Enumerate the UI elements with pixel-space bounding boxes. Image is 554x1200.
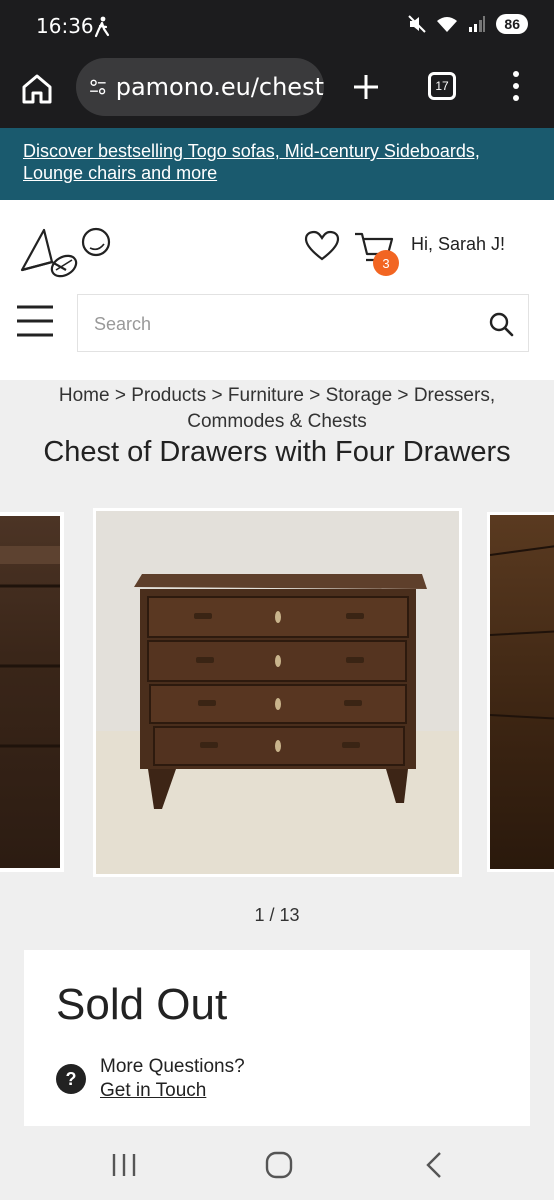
- site-settings-icon[interactable]: [88, 73, 108, 101]
- breadcrumb-separator: >: [397, 385, 409, 406]
- mute-icon: [408, 15, 427, 33]
- chest-image-prev: [0, 546, 60, 748]
- recent-apps-icon[interactable]: [108, 1152, 140, 1178]
- breadcrumb-separator: >: [211, 385, 223, 406]
- url-text: pamono.eu/chest: [115, 73, 324, 101]
- sold-out-label: Sold Out: [56, 980, 228, 1029]
- breadcrumb: Home > Products > Furniture > Storage > …: [20, 383, 534, 435]
- chest-image-next: [489, 545, 554, 720]
- breadcrumb-item[interactable]: Products: [131, 385, 206, 406]
- image-counter: 1 / 13: [254, 905, 300, 925]
- product-title: Chest of Drawers with Four Drawers: [43, 436, 511, 468]
- breadcrumb-item[interactable]: Home: [59, 385, 110, 406]
- carousel-prev-image[interactable]: [0, 512, 64, 872]
- carousel-next-image[interactable]: [487, 512, 554, 872]
- question-icon: ?: [56, 1064, 86, 1094]
- tab-switcher-button[interactable]: 17: [428, 72, 456, 100]
- browser-toolbar: pamono.eu/chest 17: [0, 52, 554, 128]
- promo-banner: Discover bestselling Togo sofas, Mid-cen…: [0, 128, 554, 200]
- site-header: [0, 200, 554, 380]
- cart-count-badge: 3: [373, 250, 399, 276]
- more-menu-icon[interactable]: [506, 68, 526, 104]
- chest-of-drawers-image: [96, 511, 459, 874]
- breadcrumb-item[interactable]: Furniture: [228, 385, 304, 406]
- carousel-main-image[interactable]: [93, 508, 462, 877]
- new-tab-icon[interactable]: [349, 70, 383, 104]
- get-in-touch-link[interactable]: Get in Touch: [100, 1080, 206, 1102]
- breadcrumb-item[interactable]: Storage: [326, 385, 393, 406]
- search-icon[interactable]: [488, 311, 514, 337]
- wishlist-heart-icon[interactable]: [304, 230, 340, 262]
- system-home-icon[interactable]: [264, 1150, 294, 1180]
- home-icon[interactable]: [20, 72, 54, 106]
- walking-icon: [94, 16, 110, 38]
- search-box: [77, 294, 529, 352]
- wifi-icon: [437, 17, 458, 32]
- promo-link[interactable]: Discover bestselling Togo sofas, Mid-cen…: [23, 140, 533, 184]
- status-bar: 16:36 86: [0, 0, 554, 52]
- breadcrumb-separator: >: [309, 385, 321, 406]
- status-icons: 86: [408, 14, 528, 34]
- back-icon[interactable]: [422, 1150, 446, 1180]
- battery-indicator: 86: [496, 14, 528, 34]
- more-questions-text: More Questions?: [100, 1056, 245, 1077]
- signal-icon: [469, 16, 486, 32]
- search-input[interactable]: [92, 309, 476, 339]
- status-time: 16:36: [36, 14, 94, 38]
- pamono-logo[interactable]: [18, 222, 114, 282]
- hamburger-menu-icon[interactable]: [16, 304, 54, 338]
- system-nav-bar: [0, 1128, 554, 1200]
- availability-card: Sold Out ? More Questions? Get in Touch: [24, 950, 530, 1126]
- address-bar[interactable]: pamono.eu/chest: [76, 58, 324, 116]
- user-greeting[interactable]: Hi, Sarah J!: [411, 234, 505, 255]
- breadcrumb-separator: >: [114, 385, 126, 406]
